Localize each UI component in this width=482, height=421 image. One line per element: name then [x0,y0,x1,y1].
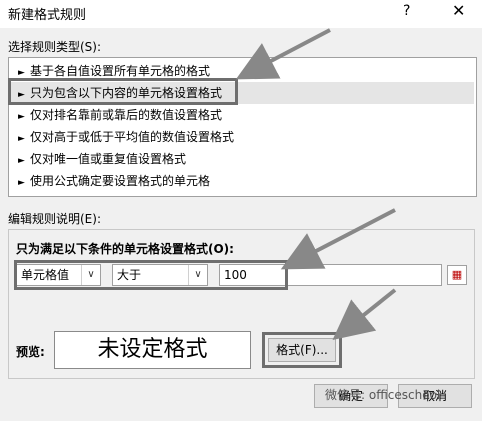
arrow [280,208,396,270]
annotation-arrows [235,28,397,340]
arrow [235,28,331,80]
arrow [332,288,397,340]
